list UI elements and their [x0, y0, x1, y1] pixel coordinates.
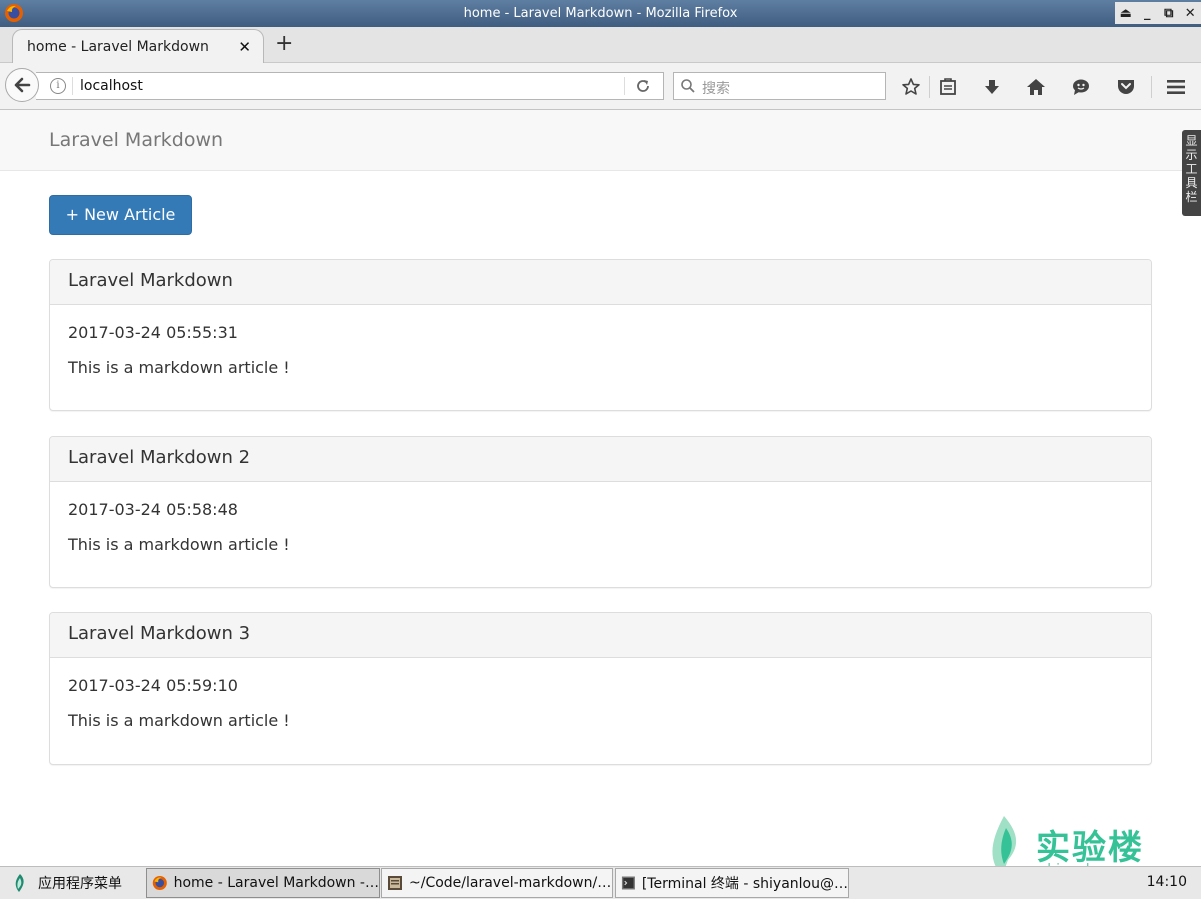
url-text[interactable]: localhost [80, 78, 143, 94]
back-button[interactable] [5, 68, 39, 102]
article-date: 2017-03-24 05:55:31 [68, 323, 238, 342]
task-label: ~/Code/laravel-markdown/… [409, 875, 612, 891]
applications-menu-label: 应用程序菜单 [38, 876, 122, 892]
open-menu-button[interactable] [1163, 74, 1189, 100]
eject-icon[interactable]: ⏏ [1117, 6, 1135, 21]
url-separator [72, 77, 73, 95]
bookmarks-menu-button[interactable] [935, 74, 961, 100]
tab-close-icon[interactable]: ✕ [238, 38, 251, 56]
url-separator-2 [624, 77, 625, 95]
article-body: 2017-03-24 05:55:31 This is a markdown a… [50, 305, 1151, 378]
info-icon[interactable]: i [50, 78, 66, 94]
article-title[interactable]: Laravel Markdown 2 [50, 437, 1151, 482]
article-card: Laravel Markdown 2017-03-24 05:55:31 Thi… [49, 259, 1152, 411]
task-file-manager[interactable]: ~/Code/laravel-markdown/… [381, 868, 613, 898]
task-terminal[interactable]: [Terminal 终端 - shiyanlou@… [615, 868, 849, 898]
new-article-button[interactable]: + New Article [49, 195, 192, 235]
toolbar-separator-2 [1151, 76, 1152, 98]
bookmark-star-button[interactable] [898, 74, 924, 100]
window-titlebar: home - Laravel Markdown - Mozilla Firefo… [0, 0, 1201, 27]
search-placeholder: 搜索 [702, 81, 730, 97]
article-text: This is a markdown article ! [68, 711, 290, 730]
window-title: home - Laravel Markdown - Mozilla Firefo… [463, 6, 738, 21]
maximize-button[interactable]: ⧉ [1160, 6, 1178, 21]
site-brand[interactable]: Laravel Markdown [49, 129, 223, 151]
terminal-icon [621, 876, 635, 890]
xfce-logo-icon [15, 874, 24, 892]
window-controls: ⏏ _ ⧉ ✕ [1115, 2, 1201, 24]
close-window-button[interactable]: ✕ [1181, 6, 1199, 21]
downloads-button[interactable] [979, 74, 1005, 100]
tab-label: home - Laravel Markdown [27, 39, 209, 55]
search-icon [681, 79, 695, 93]
tab-strip: home - Laravel Markdown ✕ + [0, 27, 1201, 63]
show-toolbar-tab[interactable]: 显示工具栏 [1182, 130, 1201, 216]
chat-bubble-icon [1073, 79, 1089, 95]
applications-menu[interactable]: 应用程序菜单 [10, 873, 122, 893]
tab-home[interactable]: home - Laravel Markdown ✕ [12, 29, 264, 63]
url-bar[interactable]: i localhost [36, 72, 664, 100]
editor-icon [388, 876, 402, 890]
new-tab-button[interactable]: + [275, 31, 293, 56]
article-title[interactable]: Laravel Markdown [50, 260, 1151, 305]
article-date: 2017-03-24 05:58:48 [68, 500, 238, 519]
download-arrow-icon [985, 80, 999, 94]
home-button[interactable] [1023, 74, 1049, 100]
hello-chat-button[interactable] [1068, 74, 1094, 100]
article-text: This is a markdown article ! [68, 535, 290, 554]
article-body: 2017-03-24 05:58:48 This is a markdown a… [50, 482, 1151, 555]
reload-icon[interactable] [635, 78, 651, 94]
nav-toolbar: i localhost 搜索 [0, 63, 1201, 110]
site-navbar: Laravel Markdown [0, 110, 1201, 171]
hamburger-menu-icon [1167, 80, 1185, 94]
star-icon [902, 78, 920, 95]
article-card: Laravel Markdown 2 2017-03-24 05:58:48 T… [49, 436, 1152, 588]
task-firefox[interactable]: home - Laravel Markdown -… [146, 868, 380, 898]
pocket-button[interactable] [1113, 74, 1139, 100]
toolbar-separator [929, 76, 930, 98]
minimize-button[interactable]: _ [1138, 6, 1156, 21]
task-label: home - Laravel Markdown -… [173, 875, 379, 891]
article-body: 2017-03-24 05:59:10 This is a markdown a… [50, 658, 1151, 731]
search-bar[interactable]: 搜索 [673, 72, 886, 100]
back-arrow-icon [14, 77, 31, 93]
article-text: This is a markdown article ! [68, 358, 290, 377]
clock[interactable]: 14:10 [1147, 874, 1187, 890]
home-icon [1027, 79, 1045, 95]
task-label: [Terminal 终端 - shiyanlou@… [641, 876, 848, 892]
article-date: 2017-03-24 05:59:10 [68, 676, 238, 695]
firefox-icon [152, 875, 167, 891]
article-title[interactable]: Laravel Markdown 3 [50, 613, 1151, 658]
clipboard-icon [940, 78, 956, 95]
taskbar: 应用程序菜单 home - Laravel Markdown -… ~/Code… [0, 866, 1201, 899]
pocket-icon [1118, 80, 1134, 94]
article-card: Laravel Markdown 3 2017-03-24 05:59:10 T… [49, 612, 1152, 765]
